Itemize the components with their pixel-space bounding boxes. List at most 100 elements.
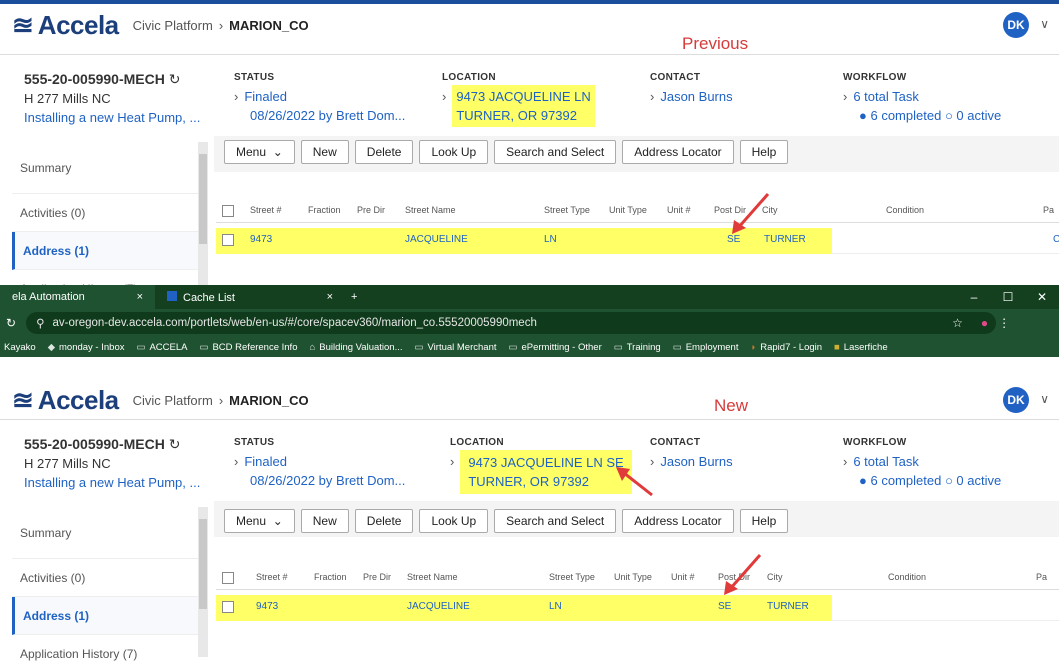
menu-button[interactable]: Menu ⌄	[224, 140, 295, 164]
sidebar-item-address[interactable]: Address (1)	[12, 232, 199, 270]
chevron-right-icon[interactable]: ›	[442, 87, 446, 127]
bookmark-laserfiche[interactable]: ■ Laserfiche	[834, 342, 888, 353]
star-icon[interactable]: ☆	[952, 316, 963, 330]
tab-cache-list[interactable]: Cache List ×	[155, 285, 345, 309]
col-truncated[interactable]: Pa	[1043, 205, 1054, 215]
address-locator-button[interactable]: Address Locator	[622, 140, 734, 164]
col-street-name[interactable]: Street Name	[407, 572, 458, 582]
contact-value[interactable]: Jason Burns	[660, 454, 732, 469]
status-value[interactable]: Finaled	[244, 89, 287, 104]
col-pre-dir[interactable]: Pre Dir	[363, 572, 391, 582]
sidebar-item-address[interactable]: Address (1)	[12, 597, 199, 635]
col-city[interactable]: City	[767, 572, 783, 582]
record-description[interactable]: Installing a new Heat Pump, ...	[24, 473, 200, 492]
col-unit-type[interactable]: Unit Type	[614, 572, 652, 582]
close-window-icon[interactable]: ✕	[1025, 285, 1059, 309]
col-unit-no[interactable]: Unit #	[667, 205, 691, 215]
tab-accela-automation[interactable]: ela Automation ×	[0, 285, 155, 309]
new-tab-icon[interactable]: +	[351, 291, 357, 303]
location-line1[interactable]: 9473 JACQUELINE LN SE	[468, 453, 623, 472]
site-info-icon[interactable]: ⚲	[36, 316, 44, 330]
col-unit-type[interactable]: Unit Type	[609, 205, 647, 215]
search-and-select-button[interactable]: Search and Select	[494, 509, 617, 533]
address-locator-button[interactable]: Address Locator	[622, 509, 734, 533]
sidebar-scrollbar[interactable]	[198, 142, 208, 285]
col-fraction[interactable]: Fraction	[314, 572, 347, 582]
chevron-right-icon[interactable]: ›	[650, 89, 654, 104]
maximize-icon[interactable]: ☐	[991, 285, 1025, 309]
refresh-icon[interactable]: ↻	[169, 436, 181, 452]
chevron-down-icon[interactable]: ∨	[1040, 17, 1049, 31]
address-field[interactable]: ⚲ av-oregon-dev.accela.com/portlets/web/…	[26, 312, 997, 334]
reload-icon[interactable]: ↻	[6, 316, 16, 330]
bookmark-kayako[interactable]: Kayako	[4, 342, 36, 353]
breadcrumb-agency[interactable]: MARION_CO	[229, 18, 308, 33]
col-street-no[interactable]: Street #	[256, 572, 288, 582]
more-icon[interactable]: ⋮	[998, 316, 1010, 330]
url-text[interactable]: av-oregon-dev.accela.com/portlets/web/en…	[53, 317, 537, 329]
help-button[interactable]: Help	[739, 509, 789, 533]
workflow-value[interactable]: 6 total Task	[853, 89, 919, 104]
col-street-type[interactable]: Street Type	[549, 572, 595, 582]
bookmark-employment[interactable]: ▭ Employment	[673, 342, 739, 353]
chevron-down-icon[interactable]: ∨	[1040, 392, 1049, 406]
col-street-type[interactable]: Street Type	[544, 205, 590, 215]
record-description[interactable]: Installing a new Heat Pump, ...	[24, 108, 200, 127]
bookmark-monday[interactable]: ◆ monday - Inbox	[48, 342, 125, 353]
delete-button[interactable]: Delete	[354, 509, 414, 533]
help-button[interactable]: Help	[739, 140, 789, 164]
row-checkbox[interactable]	[222, 234, 234, 246]
col-truncated[interactable]: Pa	[1036, 572, 1047, 582]
sidebar-item-summary[interactable]: Summary	[12, 507, 199, 559]
look-up-button[interactable]: Look Up	[419, 509, 489, 533]
sidebar-scrollbar[interactable]	[198, 507, 208, 657]
menu-button[interactable]: Menu ⌄	[224, 509, 295, 533]
chevron-right-icon[interactable]: ›	[450, 452, 454, 494]
delete-button[interactable]: Delete	[354, 140, 414, 164]
search-and-select-button[interactable]: Search and Select	[494, 140, 617, 164]
chevron-right-icon[interactable]: ›	[843, 89, 847, 104]
col-street-no[interactable]: Street #	[250, 205, 282, 215]
bookmark-accela[interactable]: ▭ ACCELA	[136, 342, 187, 353]
col-street-name[interactable]: Street Name	[405, 205, 456, 215]
col-pre-dir[interactable]: Pre Dir	[357, 205, 385, 215]
col-unit-no[interactable]: Unit #	[671, 572, 695, 582]
sidebar-item-history[interactable]: Application History (7)	[12, 635, 199, 664]
new-button[interactable]: New	[300, 509, 349, 533]
bookmark-epermitting[interactable]: ▭ ePermitting - Other	[509, 342, 602, 353]
status-value[interactable]: Finaled	[244, 454, 287, 469]
new-button[interactable]: New	[300, 140, 349, 164]
minimize-icon[interactable]: –	[957, 285, 991, 309]
chevron-right-icon[interactable]: ›	[234, 454, 238, 469]
location-line1[interactable]: 9473 JACQUELINE LN	[456, 87, 590, 106]
look-up-button[interactable]: Look Up	[419, 140, 489, 164]
breadcrumb-agency[interactable]: MARION_CO	[229, 393, 308, 408]
select-all-checkbox[interactable]	[222, 572, 234, 584]
chevron-right-icon[interactable]: ›	[843, 454, 847, 469]
workflow-value[interactable]: 6 total Task	[853, 454, 919, 469]
contact-value[interactable]: Jason Burns	[660, 89, 732, 104]
sidebar-item-activities[interactable]: Activities (0)	[12, 559, 199, 597]
bookmark-valuation[interactable]: ⌂ Building Valuation...	[309, 342, 402, 353]
bookmark-training[interactable]: ▭ Training	[614, 342, 661, 353]
col-fraction[interactable]: Fraction	[308, 205, 341, 215]
sidebar-item-activities[interactable]: Activities (0)	[12, 194, 199, 232]
row-checkbox[interactable]	[222, 601, 234, 613]
sidebar-item-summary[interactable]: Summary	[12, 142, 199, 194]
select-all-checkbox[interactable]	[222, 205, 234, 217]
col-condition[interactable]: Condition	[886, 205, 924, 215]
avatar[interactable]: DK	[1003, 12, 1029, 38]
extension-icon[interactable]: ●	[981, 316, 988, 330]
bookmark-bcd[interactable]: ▭ BCD Reference Info	[199, 342, 297, 353]
table-row[interactable]: 9473 JACQUELINE LN SE TURNER C	[216, 228, 1059, 254]
sidebar-item-history[interactable]: Application History (7)	[12, 270, 199, 286]
bookmark-rapid7[interactable]: ◗ Rapid7 - Login	[751, 342, 823, 353]
chevron-right-icon[interactable]: ›	[234, 89, 238, 104]
col-condition[interactable]: Condition	[888, 572, 926, 582]
refresh-icon[interactable]: ↻	[169, 71, 181, 87]
breadcrumb-platform[interactable]: Civic Platform	[133, 393, 213, 408]
bookmark-virtual-merchant[interactable]: ▭ Virtual Merchant	[415, 342, 497, 353]
table-row[interactable]: 9473 JACQUELINE LN SE TURNER	[216, 595, 1059, 621]
breadcrumb-platform[interactable]: Civic Platform	[133, 18, 213, 33]
avatar[interactable]: DK	[1003, 387, 1029, 413]
